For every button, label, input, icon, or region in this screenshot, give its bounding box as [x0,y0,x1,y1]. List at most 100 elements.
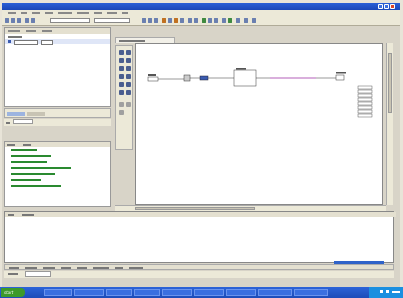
toolbar-icon[interactable] [174,18,178,23]
menu-item[interactable] [21,12,27,14]
start-button[interactable]: start [1,288,25,297]
tool-icon[interactable] [126,58,131,63]
taskbar-item[interactable] [226,289,256,296]
hand-icon[interactable] [126,50,131,55]
tool-icon[interactable] [126,74,131,79]
toolbar-icon[interactable] [188,18,192,23]
project-tree-panel [4,27,111,107]
save-icon[interactable] [17,18,21,23]
open-folder-icon[interactable] [11,18,15,23]
processing-block[interactable] [199,75,209,81]
toolbar-icon[interactable] [236,18,240,23]
signal-row[interactable] [357,93,373,98]
close-button[interactable] [390,4,395,9]
toolbar-icon[interactable] [208,18,212,23]
output-port-block[interactable] [335,74,345,81]
new-file-icon[interactable] [5,18,9,23]
toolbar-icon[interactable] [180,18,184,23]
toolbar-icon[interactable] [154,18,158,23]
tray-icon[interactable] [386,290,390,293]
taskbar-item[interactable] [162,289,192,296]
port-label [148,74,156,76]
signal-row[interactable] [357,113,373,118]
bottom-tab[interactable] [115,267,123,269]
maximize-button[interactable] [384,4,389,9]
signal-row[interactable] [357,97,373,102]
subsystem-block[interactable] [233,69,257,87]
signal-row[interactable] [357,85,373,90]
toolbar-combo-2[interactable] [94,18,130,23]
toolbar-combo[interactable] [50,18,90,23]
panel-tab[interactable] [7,112,25,116]
taskbar-item[interactable] [294,289,328,296]
diagram-canvas[interactable] [135,43,383,205]
menu-item[interactable] [94,12,102,14]
tool-icon[interactable] [119,66,124,71]
pointer-icon[interactable] [119,50,124,55]
list-item[interactable] [5,183,110,189]
tab-project[interactable] [8,30,20,32]
signal-row[interactable] [357,89,373,94]
toolbar-icon[interactable] [244,18,248,23]
toolbar-icon[interactable] [162,18,166,23]
tool-icon[interactable] [126,82,131,87]
tree-node-selected[interactable] [5,39,110,45]
toolbar-icon[interactable] [202,18,206,23]
toolbar-icon[interactable] [142,18,146,23]
scroll-thumb[interactable] [135,207,255,210]
tool-icon[interactable] [119,82,124,87]
cut-icon[interactable] [25,18,29,23]
gain-block[interactable] [183,74,191,82]
toolbar-icon[interactable] [214,18,218,23]
toolbar-icon[interactable] [222,18,226,23]
panel-tab[interactable] [27,112,45,116]
tool-icon[interactable] [126,66,131,71]
tool-icon[interactable] [126,102,131,107]
taskbar-item[interactable] [44,289,72,296]
bottom-tab[interactable] [93,267,109,269]
vertical-scrollbar[interactable] [386,43,393,205]
tool-icon[interactable] [119,102,124,107]
tool-icon[interactable] [119,58,124,63]
output-tab[interactable] [8,213,14,216]
menu-item[interactable] [8,12,16,14]
toolbar-icon[interactable] [252,18,256,23]
tool-icon[interactable] [119,90,124,95]
bottom-tab[interactable] [25,267,37,269]
tool-icon[interactable] [119,110,124,115]
menu-item[interactable] [32,12,40,14]
copy-icon[interactable] [31,18,35,23]
taskbar-item[interactable] [106,289,132,296]
signal-row[interactable] [357,105,373,110]
bottom-tab[interactable] [77,267,87,269]
bottom-tab[interactable] [43,267,55,269]
taskbar-item[interactable] [194,289,224,296]
tray-icon[interactable] [380,290,384,293]
window-titlebar[interactable] [2,3,400,10]
toolbar-icon[interactable] [168,18,172,23]
menu-item[interactable] [45,12,53,14]
tab-files[interactable] [26,30,36,32]
bottom-tab[interactable] [61,267,71,269]
taskbar-item[interactable] [134,289,160,296]
signal-row[interactable] [357,101,373,106]
menu-item[interactable] [107,12,117,14]
menu-item[interactable] [77,12,89,14]
bottom-tab[interactable] [9,267,19,269]
scroll-thumb[interactable] [388,53,392,113]
tab-classes[interactable] [42,30,52,32]
taskbar-item[interactable] [258,289,292,296]
menu-item[interactable] [58,12,72,14]
taskbar-item[interactable] [74,289,104,296]
bottom-tab[interactable] [129,267,143,269]
toolbar-icon[interactable] [148,18,152,23]
toolbar-icon[interactable] [194,18,198,23]
minimize-button[interactable] [378,4,383,9]
toolbar-icon[interactable] [228,18,232,23]
signal-row[interactable] [357,109,373,114]
output-tab[interactable] [22,213,34,216]
tool-icon[interactable] [126,90,131,95]
menu-item[interactable] [122,12,128,14]
tool-icon[interactable] [119,74,124,79]
input-port-block[interactable] [147,76,159,82]
